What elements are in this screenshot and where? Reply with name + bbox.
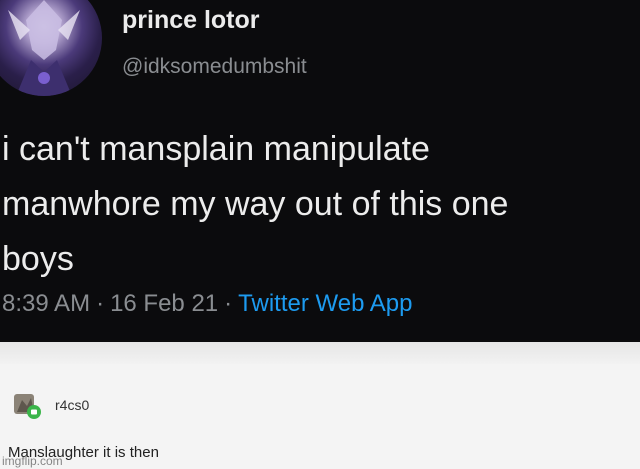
meta-separator: · [96,290,105,317]
tweet-text-line: manwhore my way out of this one [2,185,509,223]
meta-separator: · [224,290,233,317]
user-avatar-icon[interactable] [12,390,42,420]
tweet-text: i can't mansplain manipulate manwhore my… [2,122,638,287]
tweet-meta: 8:39 AM · 16 Feb 21 · Twitter Web App [2,290,412,318]
divider [0,342,640,364]
tweet-source-link[interactable]: Twitter Web App [238,290,412,317]
tweet-card: prince lotor @idksomedumbshit i can't ma… [0,0,640,342]
tweet-text-line: boys [2,240,74,278]
tweet-text-line: i can't mansplain manipulate [2,130,430,168]
comment: r4cs0 Manslaughter it is then [0,364,640,469]
tweet-time[interactable]: 8:39 AM [2,290,90,317]
comment-username[interactable]: r4cs0 [55,397,89,413]
profile-avatar-icon[interactable] [0,0,102,96]
display-name[interactable]: prince lotor [122,6,260,35]
watermark: imgflip.com [2,454,63,468]
user-handle[interactable]: @idksomedumbshit [122,55,307,79]
tweet-date[interactable]: 16 Feb 21 [110,290,218,317]
